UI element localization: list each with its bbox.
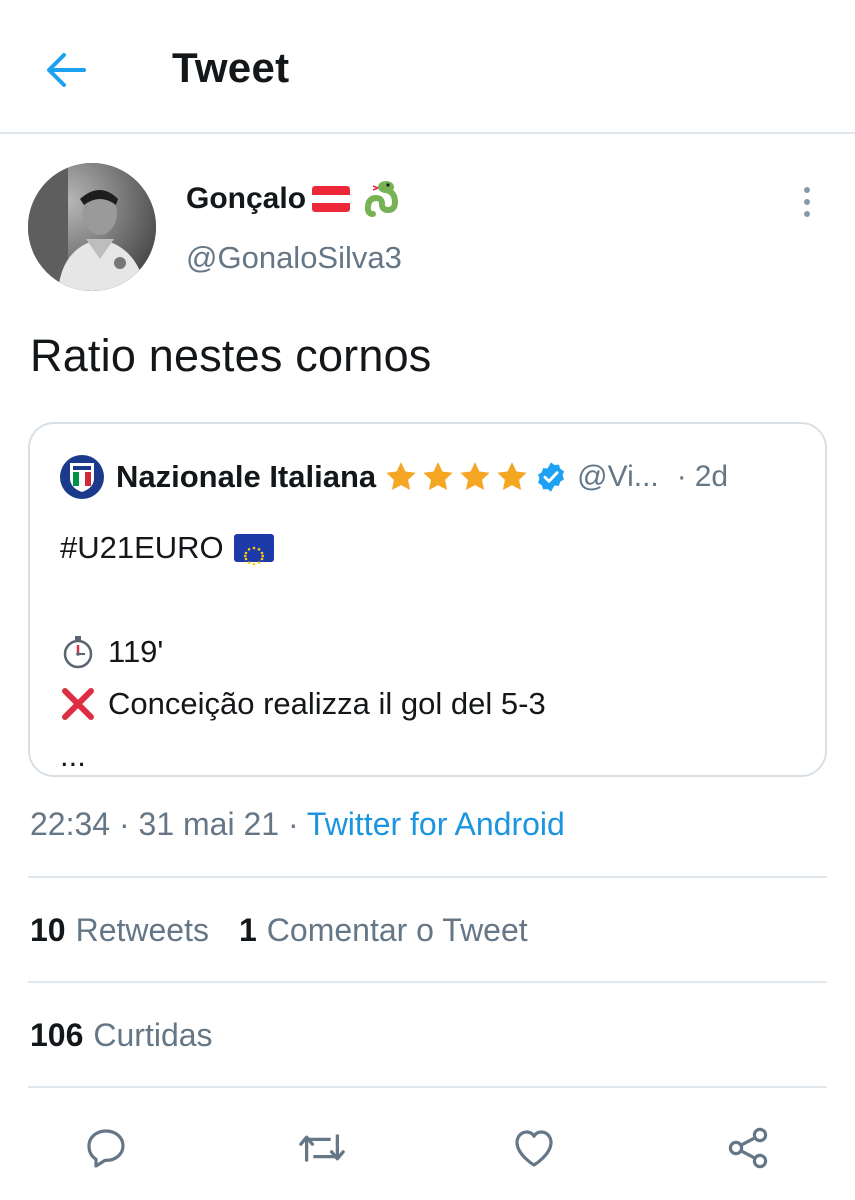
- reply-button[interactable]: [78, 1122, 134, 1174]
- quote-tweets-stat[interactable]: 1 Comentar o Tweet: [239, 912, 528, 949]
- verified-icon: [538, 462, 565, 492]
- snake-icon: [364, 181, 399, 217]
- likes-stats-row: 106 Curtidas: [30, 1017, 213, 1054]
- quoted-line-hashtag: #U21EURO: [60, 522, 800, 574]
- star-icon: [460, 462, 490, 491]
- author-display-name[interactable]: Gonçalo: [186, 180, 400, 218]
- avatar-photo: [28, 163, 156, 291]
- like-button[interactable]: [506, 1122, 562, 1174]
- quoted-line-ellipsis: ...: [60, 730, 800, 782]
- eu-flag-icon: [233, 534, 274, 566]
- goal-text: Conceição realizza il gol del 5-3: [108, 686, 546, 721]
- engagement-stats-row: 10 Retweets 1 Comentar o Tweet: [30, 912, 528, 949]
- more-dot: [804, 211, 810, 217]
- like-icon: [515, 1130, 553, 1167]
- tweet-text: Ratio nestes cornos: [30, 330, 432, 381]
- share-icon: [728, 1127, 768, 1169]
- retweets-count: 10: [30, 912, 66, 948]
- tweet-source-link[interactable]: Twitter for Android: [307, 806, 565, 842]
- quoted-avatar: [60, 455, 104, 499]
- back-button[interactable]: [40, 46, 92, 94]
- quoted-tweet-time: 2d: [694, 460, 729, 493]
- tweet-metadata: 22:34 · 31 mai 21 · Twitter for Android: [30, 806, 565, 843]
- ellipsis-text: ...: [60, 738, 86, 773]
- minute-text: 119': [108, 634, 164, 669]
- austria-flag-icon: [312, 186, 351, 212]
- stopwatch-icon: [60, 634, 96, 670]
- more-options-button[interactable]: [790, 178, 824, 226]
- tweet-time: 22:34: [30, 806, 111, 842]
- tweet-detail-screen: Tweet Gonçalo @GonaloSilva3 Ratio nestes…: [0, 0, 855, 1200]
- avatar[interactable]: [28, 163, 156, 291]
- quotes-count: 1: [238, 912, 257, 948]
- more-dot: [804, 187, 810, 193]
- cross-mark-icon: [60, 686, 96, 722]
- tweet-action-bar: [0, 1114, 855, 1178]
- quoted-author-name: Nazionale Italiana: [116, 459, 377, 494]
- quoted-line-blank: [60, 574, 800, 626]
- share-button[interactable]: [720, 1122, 776, 1174]
- separator-dot: ·: [118, 806, 130, 842]
- quoted-line-minute: 119': [60, 626, 800, 678]
- verified-badge: [535, 461, 567, 493]
- star-icon: [386, 462, 416, 491]
- star-icon: [497, 462, 527, 491]
- quoted-tweet-body: #U21EURO 119' Conceição realizza il gol …: [60, 522, 800, 782]
- divider: [28, 981, 827, 983]
- quoted-line-goal: Conceição realizza il gol del 5-3: [60, 678, 800, 730]
- reply-icon: [87, 1129, 125, 1168]
- retweets-stat[interactable]: 10 Retweets: [30, 912, 209, 949]
- author-handle[interactable]: @GonaloSilva3: [186, 240, 402, 276]
- divider: [28, 1086, 827, 1088]
- more-dot: [804, 199, 810, 205]
- separator-dot: ·: [287, 806, 299, 842]
- hashtag-text: #U21EURO: [60, 530, 224, 565]
- likes-stat[interactable]: 106 Curtidas: [30, 1017, 213, 1054]
- star-badges: [384, 460, 529, 494]
- divider: [28, 876, 827, 878]
- quoted-author-handle: @Vi...: [577, 460, 659, 493]
- tweet-date: 31 mai 21: [138, 806, 280, 842]
- likes-count: 106: [30, 1017, 84, 1053]
- star-icon: [423, 462, 453, 491]
- quotes-label: Comentar o Tweet: [266, 912, 528, 948]
- italy-crest-icon: [70, 463, 94, 492]
- author-name-text: Gonçalo: [186, 182, 307, 215]
- quoted-tweet-header: Nazionale Italiana @Vi... · 2d: [60, 454, 810, 500]
- retweet-icon: [299, 1134, 345, 1162]
- likes-label: Curtidas: [93, 1017, 213, 1053]
- top-app-bar: Tweet: [0, 0, 855, 134]
- separator-dot: ·: [676, 460, 687, 493]
- arrow-left-icon: [47, 53, 86, 87]
- quoted-tweet-card[interactable]: Nazionale Italiana @Vi... · 2d #U21EURO: [28, 422, 827, 777]
- retweets-label: Retweets: [75, 912, 209, 948]
- page-title: Tweet: [172, 44, 290, 91]
- retweet-button[interactable]: [294, 1122, 350, 1174]
